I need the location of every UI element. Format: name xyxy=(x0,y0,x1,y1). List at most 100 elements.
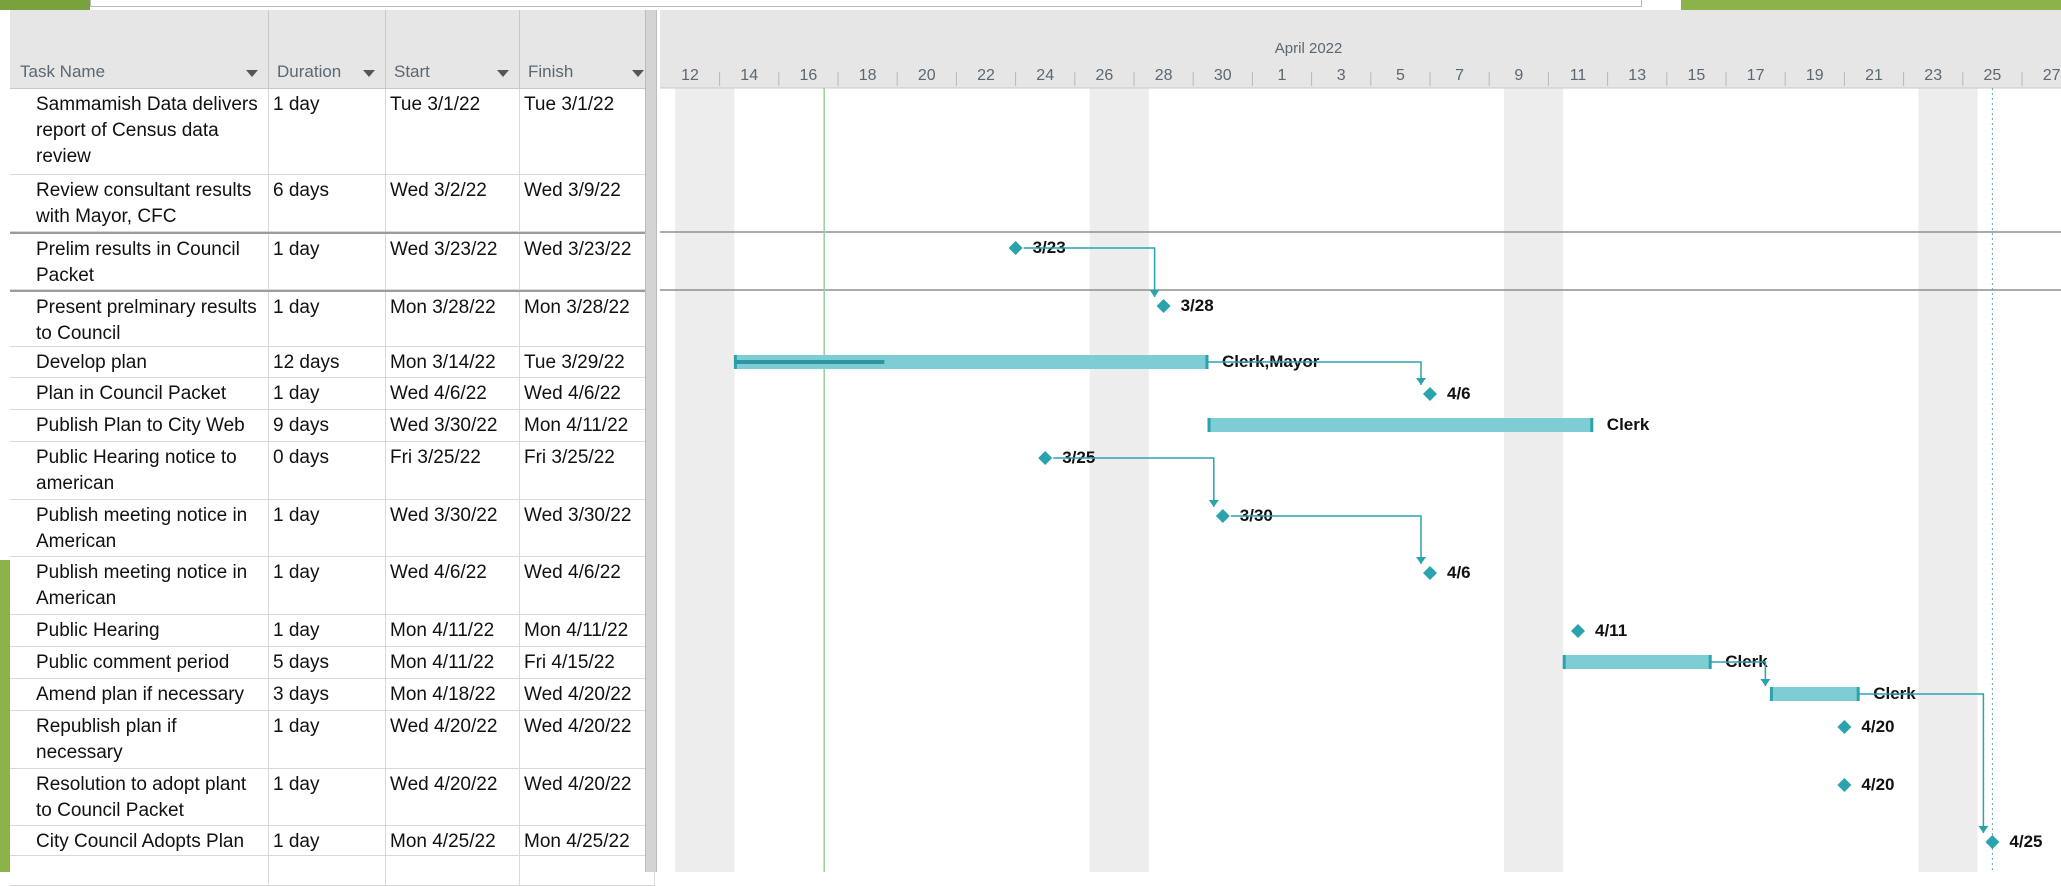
cell-task-name[interactable]: Sammamish Data delivers report of Census… xyxy=(10,89,269,174)
cell-empty[interactable] xyxy=(10,856,269,885)
table-row[interactable]: Public Hearing 1 day Mon 4/11/22 Mon 4/11/2… xyxy=(10,615,655,647)
milestone-diamond[interactable] xyxy=(1985,835,2000,849)
table-row[interactable]: Develop plan 12 days Mon 3/14/22 Tue 3/29/2… xyxy=(10,347,655,378)
column-header-start[interactable]: Start xyxy=(386,10,520,88)
cell-empty[interactable] xyxy=(520,856,655,885)
cell-finish[interactable]: Mon 4/11/22 xyxy=(520,615,655,646)
cell-task-name[interactable]: Plan in Council Packet xyxy=(10,378,269,409)
cell-task-name[interactable]: Prelim results in Council Packet xyxy=(10,234,269,289)
table-row[interactable]: Review consultant results with Mayor, CF… xyxy=(10,175,655,232)
table-row[interactable]: Resolution to adopt plant to Council Pac… xyxy=(10,769,655,826)
cell-task-name[interactable]: Review consultant results with Mayor, CF… xyxy=(10,175,269,231)
milestone-diamond[interactable] xyxy=(1571,624,1585,638)
cell-finish[interactable]: Wed 3/30/22 xyxy=(520,500,655,556)
cell-task-name[interactable]: Present prelminary results to Council xyxy=(10,292,269,346)
table-row[interactable]: Republish plan if necessary 1 day Wed 4/20… xyxy=(10,711,655,769)
cell-task-name[interactable]: Publish meeting notice in American xyxy=(10,500,269,556)
task-bar[interactable] xyxy=(1563,655,1712,669)
cell-duration[interactable]: 1 day xyxy=(269,711,386,768)
chevron-down-icon[interactable] xyxy=(363,70,375,77)
cell-finish[interactable]: Wed 4/20/22 xyxy=(520,769,655,825)
table-row[interactable]: Publish meeting notice in American 1 day W… xyxy=(10,557,655,615)
milestone-diamond[interactable] xyxy=(1837,778,1852,792)
cell-duration[interactable]: 0 days xyxy=(269,442,386,499)
cell-duration[interactable]: 1 day xyxy=(269,292,386,346)
cell-task-name[interactable]: Amend plan if necessary xyxy=(10,679,269,710)
cell-task-name[interactable]: Develop plan xyxy=(10,347,269,377)
cell-start[interactable]: Fri 3/25/22 xyxy=(386,442,520,499)
chevron-down-icon[interactable] xyxy=(497,70,509,77)
table-row[interactable]: Public comment period 5 days Mon 4/11/22 Fr… xyxy=(10,647,655,679)
cell-finish[interactable]: Mon 4/25/22 xyxy=(520,826,655,855)
cell-finish[interactable]: Wed 3/23/22 xyxy=(520,234,655,289)
cell-start[interactable]: Mon 4/18/22 xyxy=(386,679,520,710)
cell-task-name[interactable]: City Council Adopts Plan xyxy=(10,826,269,855)
table-row[interactable]: City Council Adopts Plan 1 day Mon 4/25/22… xyxy=(10,826,655,856)
table-row[interactable]: Publish meeting notice in American 1 day W… xyxy=(10,500,655,557)
table-row[interactable]: Publish Plan to City Web 9 days Wed 3/30/2… xyxy=(10,410,655,442)
cell-finish[interactable]: Mon 3/28/22 xyxy=(520,292,655,346)
cell-start[interactable]: Mon 4/11/22 xyxy=(386,647,520,678)
cell-finish[interactable]: Tue 3/29/22 xyxy=(520,347,655,377)
cell-start[interactable]: Wed 3/2/22 xyxy=(386,175,520,231)
cell-start[interactable]: Wed 3/30/22 xyxy=(386,500,520,556)
cell-finish[interactable]: Fri 4/15/22 xyxy=(520,647,655,678)
table-row-empty[interactable] xyxy=(10,856,655,886)
cell-start[interactable]: Wed 4/20/22 xyxy=(386,711,520,768)
cell-duration[interactable]: 9 days xyxy=(269,410,386,441)
column-header-finish[interactable]: Finish xyxy=(520,10,655,88)
table-row[interactable]: Amend plan if necessary 3 days Mon 4/18/22… xyxy=(10,679,655,711)
cell-finish[interactable]: Wed 3/9/22 xyxy=(520,175,655,231)
cell-duration[interactable]: 1 day xyxy=(269,89,386,174)
milestone-diamond[interactable] xyxy=(1156,299,1171,313)
cell-empty[interactable] xyxy=(269,856,386,885)
cell-duration[interactable]: 5 days xyxy=(269,647,386,678)
cell-task-name[interactable]: Publish Plan to City Web xyxy=(10,410,269,441)
cell-duration[interactable]: 12 days xyxy=(269,347,386,377)
cell-finish[interactable]: Wed 4/6/22 xyxy=(520,557,655,614)
cell-finish[interactable]: Tue 3/1/22 xyxy=(520,89,655,174)
cell-empty[interactable] xyxy=(386,856,520,885)
cell-start[interactable]: Mon 4/25/22 xyxy=(386,826,520,855)
table-row[interactable]: Plan in Council Packet 1 day Wed 4/6/22 Wed… xyxy=(10,378,655,410)
table-row[interactable]: Present prelminary results to Council 1 d… xyxy=(10,290,655,347)
cell-task-name[interactable]: Public Hearing notice to american xyxy=(10,442,269,499)
chevron-down-icon[interactable] xyxy=(246,70,258,77)
milestone-diamond[interactable] xyxy=(1423,566,1437,580)
cell-duration[interactable]: 1 day xyxy=(269,615,386,646)
column-header-task-name[interactable]: Task Name xyxy=(10,10,269,88)
milestone-diamond[interactable] xyxy=(1423,387,1437,401)
split-bar[interactable] xyxy=(645,10,657,872)
cell-start[interactable]: Wed 4/20/22 xyxy=(386,769,520,825)
cell-task-name[interactable]: Public Hearing xyxy=(10,615,269,646)
cell-start[interactable]: Tue 3/1/22 xyxy=(386,89,520,174)
cell-start[interactable]: Mon 3/14/22 xyxy=(386,347,520,377)
task-bar[interactable] xyxy=(1770,687,1860,701)
chevron-down-icon[interactable] xyxy=(632,70,644,77)
table-row[interactable]: Prelim results in Council Packet 1 day Wed… xyxy=(10,232,655,290)
cell-task-name[interactable]: Public comment period xyxy=(10,647,269,678)
cell-duration[interactable]: 1 day xyxy=(269,557,386,614)
cell-duration[interactable]: 1 day xyxy=(269,826,386,855)
cell-task-name[interactable]: Publish meeting notice in American xyxy=(10,557,269,614)
cell-duration[interactable]: 6 days xyxy=(269,175,386,231)
cell-start[interactable]: Mon 4/11/22 xyxy=(386,615,520,646)
cell-duration[interactable]: 1 day xyxy=(269,769,386,825)
column-header-duration[interactable]: Duration xyxy=(269,10,386,88)
milestone-diamond[interactable] xyxy=(1038,451,1053,465)
table-row[interactable]: Sammamish Data delivers report of Census… xyxy=(10,89,655,175)
cell-task-name[interactable]: Resolution to adopt plant to Council Pac… xyxy=(10,769,269,825)
cell-duration[interactable]: 1 day xyxy=(269,234,386,289)
cell-start[interactable]: Wed 3/23/22 xyxy=(386,234,520,289)
cell-finish[interactable]: Wed 4/20/22 xyxy=(520,679,655,710)
milestone-diamond[interactable] xyxy=(1837,720,1852,734)
cell-duration[interactable]: 3 days xyxy=(269,679,386,710)
cell-start[interactable]: Wed 4/6/22 xyxy=(386,378,520,409)
task-bar[interactable] xyxy=(1208,418,1593,432)
cell-start[interactable]: Mon 3/28/22 xyxy=(386,292,520,346)
cell-task-name[interactable]: Republish plan if necessary xyxy=(10,711,269,768)
table-row[interactable]: Public Hearing notice to american 0 days F… xyxy=(10,442,655,500)
cell-start[interactable]: Wed 3/30/22 xyxy=(386,410,520,441)
milestone-diamond[interactable] xyxy=(1215,509,1230,523)
cell-duration[interactable]: 1 day xyxy=(269,500,386,556)
